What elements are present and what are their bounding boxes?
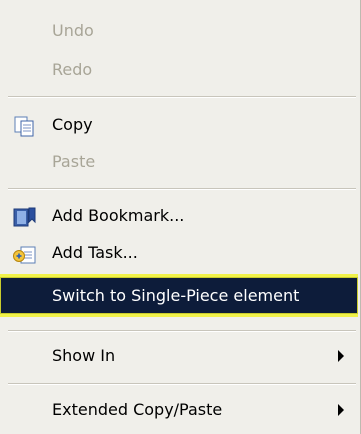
menu-item-undo: Undo — [0, 12, 360, 49]
menu-item-copy[interactable]: Copy — [0, 106, 360, 143]
context-menu: Undo Redo Copy Paste Add Bookmark... Add… — [0, 0, 361, 434]
menu-item-copy-label: Copy — [52, 115, 93, 134]
menu-item-show-in-label: Show In — [52, 346, 116, 365]
menu-item-redo: Redo — [0, 51, 360, 88]
copy-icon — [12, 114, 38, 137]
menu-item-switch-single-piece[interactable]: Switch to Single-Piece element — [0, 274, 358, 317]
bookmark-icon — [12, 205, 38, 227]
menu-item-paste: Paste — [0, 143, 360, 180]
menu-separator — [8, 188, 356, 190]
menu-item-undo-label: Undo — [52, 21, 94, 40]
menu-item-add-bookmark-label: Add Bookmark... — [52, 206, 185, 225]
menu-separator — [8, 330, 356, 332]
menu-item-add-task-label: Add Task... — [52, 243, 138, 262]
submenu-arrow-icon — [338, 350, 344, 362]
menu-item-extended-copy-paste-label: Extended Copy/Paste — [52, 400, 223, 419]
menu-separator — [8, 96, 356, 98]
menu-item-extended-copy-paste[interactable]: Extended Copy/Paste — [0, 391, 360, 428]
menu-item-paste-label: Paste — [52, 152, 96, 171]
menu-item-redo-label: Redo — [52, 60, 93, 79]
submenu-arrow-icon — [338, 404, 344, 416]
task-icon — [12, 242, 38, 264]
menu-separator — [8, 383, 356, 385]
menu-item-switch-single-piece-label: Switch to Single-Piece element — [52, 286, 300, 305]
menu-item-add-bookmark[interactable]: Add Bookmark... — [0, 197, 360, 234]
menu-item-add-task[interactable]: Add Task... — [0, 234, 360, 271]
menu-item-show-in[interactable]: Show In — [0, 337, 360, 374]
